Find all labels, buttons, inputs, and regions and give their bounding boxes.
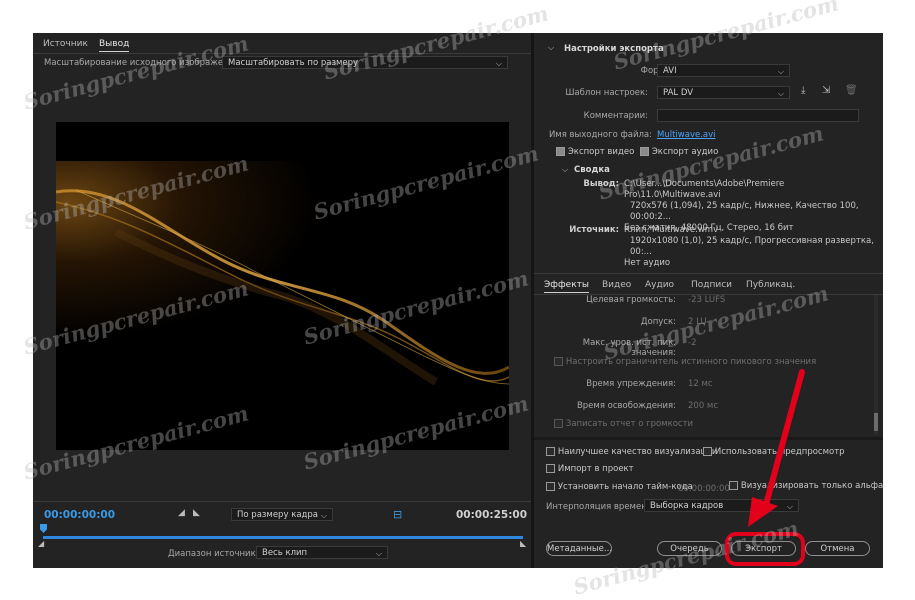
annotation-arrow-shaft [761, 369, 805, 515]
annotation-highlight-box [725, 532, 805, 566]
annotation-overlay [725, 369, 805, 566]
annotation-arrow-head [748, 497, 778, 527]
